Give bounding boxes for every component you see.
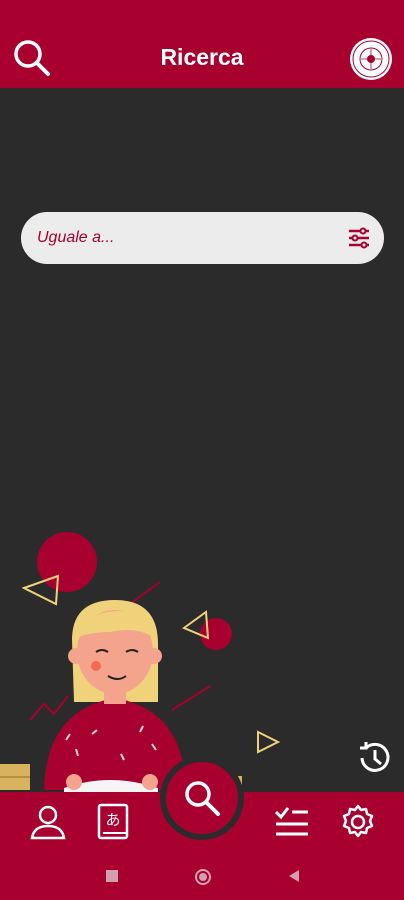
sliders-icon bbox=[349, 227, 369, 249]
nav-profile[interactable] bbox=[28, 802, 68, 842]
app-header: Ricerca bbox=[0, 0, 404, 88]
university-seal-logo bbox=[348, 36, 394, 82]
nav-dictionary[interactable]: あ bbox=[94, 802, 134, 842]
page-title: Ricerca bbox=[160, 44, 244, 70]
svg-text:あ: あ bbox=[105, 811, 120, 829]
filter-button[interactable] bbox=[346, 225, 372, 251]
android-navigation-bar bbox=[0, 852, 404, 900]
person-sweater bbox=[44, 698, 186, 790]
decor-line bbox=[129, 581, 161, 605]
dictionary-icon: あ bbox=[97, 803, 129, 840]
search-input[interactable]: Uguale a... bbox=[37, 229, 114, 247]
nav-settings[interactable] bbox=[338, 802, 378, 842]
back-triangle-icon bbox=[289, 870, 299, 882]
profile-icon bbox=[30, 805, 66, 840]
back-button[interactable] bbox=[286, 868, 302, 884]
decor-line-right bbox=[171, 685, 211, 711]
history-icon bbox=[360, 742, 390, 772]
search-fab-button[interactable] bbox=[162, 758, 242, 838]
history-button[interactable] bbox=[354, 738, 394, 778]
settings-icon bbox=[342, 804, 374, 838]
decor-circle-small bbox=[200, 618, 232, 650]
square-icon bbox=[106, 870, 118, 882]
home-circle-icon bbox=[195, 869, 211, 885]
checklist-icon bbox=[274, 807, 308, 836]
recent-apps-button[interactable] bbox=[104, 868, 120, 884]
search-bar[interactable]: Uguale a... bbox=[21, 212, 384, 264]
decor-circle-large bbox=[37, 532, 97, 592]
nav-checklist[interactable] bbox=[272, 802, 312, 842]
decor-triangle-right bbox=[257, 730, 281, 754]
search-icon bbox=[185, 781, 220, 816]
decor-zigzag bbox=[29, 695, 69, 721]
home-button[interactable] bbox=[194, 868, 211, 885]
